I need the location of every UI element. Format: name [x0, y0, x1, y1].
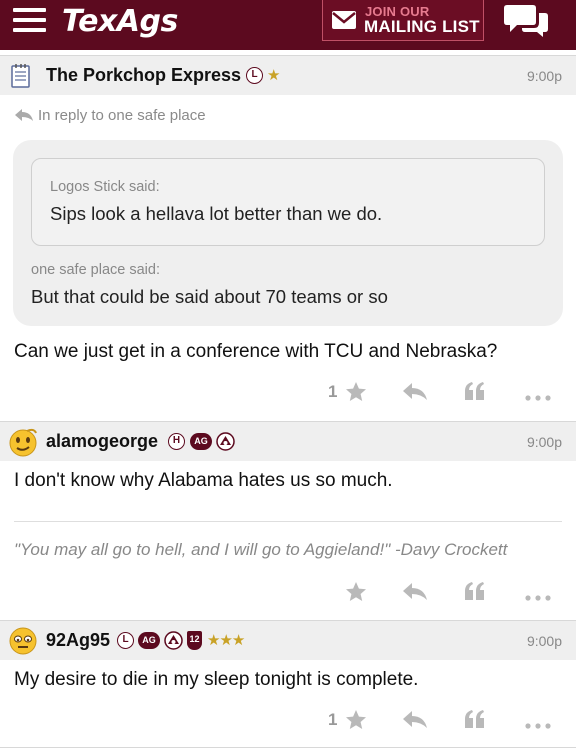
envelope-icon [332, 11, 356, 29]
h-badge: H [168, 433, 185, 450]
quote-block: Logos Stick said: Sips look a hellava lo… [13, 140, 563, 326]
nested-quote-attribution: Logos Stick said: [50, 179, 160, 195]
post-username[interactable]: 92Ag95 [46, 630, 110, 651]
top-bar: TexAgs JOIN OUR MAILING LIST [0, 0, 576, 50]
nested-quote: Logos Stick said: Sips look a hellava lo… [31, 158, 545, 246]
reply-to-text: In reply to one safe place [38, 107, 206, 124]
quote-text: But that could be said about 70 teams or… [31, 286, 388, 307]
star-count: 1 [328, 710, 338, 729]
signature-divider [14, 521, 562, 522]
more-icon[interactable] [525, 588, 551, 606]
quote-icon[interactable] [464, 381, 486, 406]
user-signature: "You may all go to hell, and I will go t… [14, 540, 508, 559]
bottom-divider [0, 747, 576, 748]
post-header: 92Ag95 L AG 12 ★★★ 9:00p [0, 620, 576, 660]
rating-stars: ★★★ [207, 632, 245, 649]
star-count: 1 [328, 382, 338, 401]
post-actions: 1 [0, 376, 576, 410]
reply-icon[interactable] [402, 710, 428, 735]
reply-arrow-icon [14, 108, 34, 122]
post-time[interactable]: 9:00p [527, 633, 562, 649]
chat-icon[interactable] [503, 2, 549, 38]
post-time[interactable]: 9:00p [527, 68, 562, 84]
post-header: The Porkchop Express L ★ 9:00p [0, 55, 576, 95]
quote-icon[interactable] [464, 709, 486, 734]
more-icon[interactable] [525, 388, 551, 406]
ag-badge: AG [190, 433, 212, 450]
quote-icon[interactable] [464, 581, 486, 606]
lifetime-badge: L [246, 67, 263, 84]
aggie-logo-badge [164, 631, 183, 650]
emoji-avatar[interactable] [8, 427, 38, 457]
twelfth-man-badge: 12 [187, 631, 202, 650]
mailing-list-button[interactable]: JOIN OUR MAILING LIST [322, 0, 484, 41]
menu-icon[interactable] [13, 6, 47, 36]
post-body: I don't know why Alabama hates us so muc… [14, 470, 393, 491]
star-icon[interactable] [344, 580, 368, 609]
brand-logo[interactable]: TexAgs [62, 4, 178, 39]
quote-attribution: one safe place said: [31, 262, 160, 278]
rating-stars: ★ [267, 67, 280, 84]
post-time[interactable]: 9:00p [527, 434, 562, 450]
lifetime-badge: L [117, 632, 134, 649]
more-icon[interactable] [525, 716, 551, 734]
post-body: Can we just get in a conference with TCU… [14, 341, 498, 362]
star-icon[interactable] [344, 380, 368, 409]
nested-quote-text: Sips look a hellava lot better than we d… [50, 203, 383, 224]
emoji-avatar[interactable] [8, 626, 38, 656]
post-actions [0, 576, 576, 610]
post-header: alamogeorge H AG 9:00p [0, 421, 576, 461]
post-actions: 1 [0, 704, 576, 738]
reply-icon[interactable] [402, 382, 428, 407]
mailing-list-line2: MAILING LIST [364, 17, 480, 36]
star-icon[interactable] [344, 708, 368, 737]
aggie-logo-badge [216, 432, 235, 451]
reply-to-link[interactable]: In reply to one safe place [14, 107, 206, 124]
ag-badge: AG [138, 632, 160, 649]
post-body: My desire to die in my sleep tonight is … [14, 669, 419, 690]
notepad-avatar[interactable] [10, 63, 32, 89]
post-username[interactable]: alamogeorge [46, 431, 158, 452]
reply-icon[interactable] [402, 582, 428, 607]
post-username[interactable]: The Porkchop Express [46, 65, 241, 86]
